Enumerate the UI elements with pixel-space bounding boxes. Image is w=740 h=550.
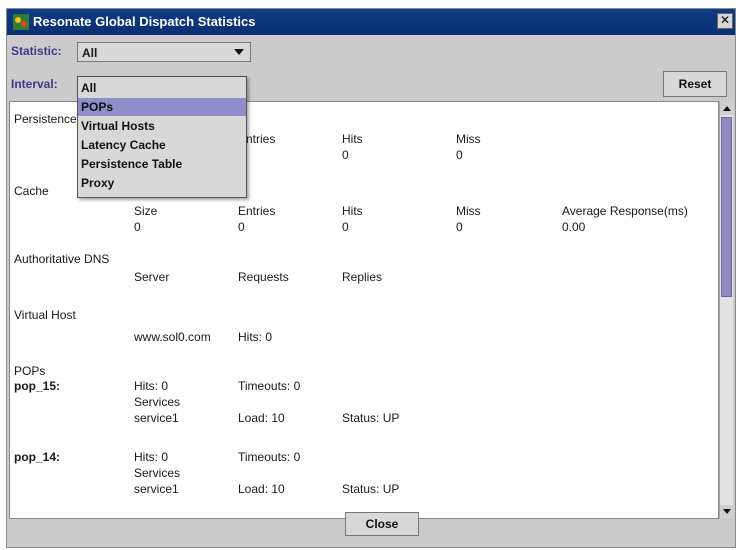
reset-button[interactable]: Reset xyxy=(663,71,727,97)
pop-name: pop_15: xyxy=(14,379,61,393)
statistics-window: Resonate Global Dispatch Statistics ✕ St… xyxy=(6,8,736,548)
statistic-select-value: All xyxy=(82,46,98,60)
close-icon[interactable]: ✕ xyxy=(717,13,733,29)
cache-header-hits: Hits xyxy=(342,204,363,218)
dropdown-option-virtual-hosts[interactable]: Virtual Hosts xyxy=(78,117,246,135)
dropdown-option-pops[interactable]: POPs xyxy=(78,98,246,116)
virtual-host-label: Virtual Host xyxy=(14,308,76,322)
cache-value-size: 0 xyxy=(134,220,141,234)
dropdown-option-persistence-table[interactable]: Persistence Table xyxy=(78,155,246,173)
virtual-host-name: www.sol0.com xyxy=(134,330,211,344)
virtual-host-hits: Hits: 0 xyxy=(238,330,273,344)
pop-hits: Hits: 0 xyxy=(134,450,169,464)
window-title: Resonate Global Dispatch Statistics xyxy=(33,14,256,29)
pop-service-status: Status: UP xyxy=(342,482,400,496)
cache-label: Cache xyxy=(14,184,49,198)
pop-services-label: Services xyxy=(134,395,181,409)
persistence-header-hits: Hits xyxy=(342,132,363,146)
dns-header-replies: Replies xyxy=(342,270,383,284)
dropdown-option-all[interactable]: All xyxy=(78,79,246,97)
persistence-label: Persistence xyxy=(14,112,77,126)
scroll-up-icon[interactable] xyxy=(720,101,733,115)
persistence-value-miss: 0 xyxy=(456,148,463,162)
pop-service-name: service1 xyxy=(134,482,179,496)
chevron-down-icon xyxy=(234,49,244,55)
interval-label: Interval: xyxy=(11,77,58,91)
scrollbar-thumb[interactable] xyxy=(721,117,732,297)
persistence-value-hits: 0 xyxy=(342,148,349,162)
pop-timeouts: Timeouts: 0 xyxy=(238,379,301,393)
cache-header-avg-response: Average Response(ms) xyxy=(562,204,688,218)
app-icon xyxy=(13,14,29,30)
pop-service-status: Status: UP xyxy=(342,411,400,425)
title-bar[interactable]: Resonate Global Dispatch Statistics ✕ xyxy=(7,9,735,35)
cache-value-entries: 0 xyxy=(238,220,245,234)
pop-timeouts: Timeouts: 0 xyxy=(238,450,301,464)
pops-label: POPs xyxy=(14,364,46,378)
dropdown-option-proxy[interactable]: Proxy xyxy=(78,174,246,192)
cache-header-entries: Entries xyxy=(238,204,276,218)
pop-service-name: service1 xyxy=(134,411,179,425)
cache-value-miss: 0 xyxy=(456,220,463,234)
statistic-label: Statistic: xyxy=(11,44,62,58)
cache-value-hits: 0 xyxy=(342,220,349,234)
pop-name: pop_14: xyxy=(14,450,61,464)
persistence-header-miss: Miss xyxy=(456,132,481,146)
cache-value-avg-response: 0.00 xyxy=(562,220,586,234)
cache-header-size: Size xyxy=(134,204,158,218)
scroll-down-icon[interactable] xyxy=(720,505,733,519)
statistic-dropdown-list: All POPs Virtual Hosts Latency Cache Per… xyxy=(77,76,247,198)
pop-service-load: Load: 10 xyxy=(238,411,285,425)
cache-header-miss: Miss xyxy=(456,204,481,218)
dropdown-option-latency-cache[interactable]: Latency Cache xyxy=(78,136,246,154)
vertical-scrollbar[interactable] xyxy=(719,101,733,519)
dns-header-requests: Requests xyxy=(238,270,289,284)
pop-service-load: Load: 10 xyxy=(238,482,285,496)
dns-label: Authoritative DNS xyxy=(14,252,110,266)
close-button[interactable]: Close xyxy=(345,512,419,536)
pop-hits: Hits: 0 xyxy=(134,379,169,393)
statistic-select[interactable]: All xyxy=(77,42,251,62)
pop-services-label: Services xyxy=(134,466,181,480)
dns-header-server: Server xyxy=(134,270,170,284)
